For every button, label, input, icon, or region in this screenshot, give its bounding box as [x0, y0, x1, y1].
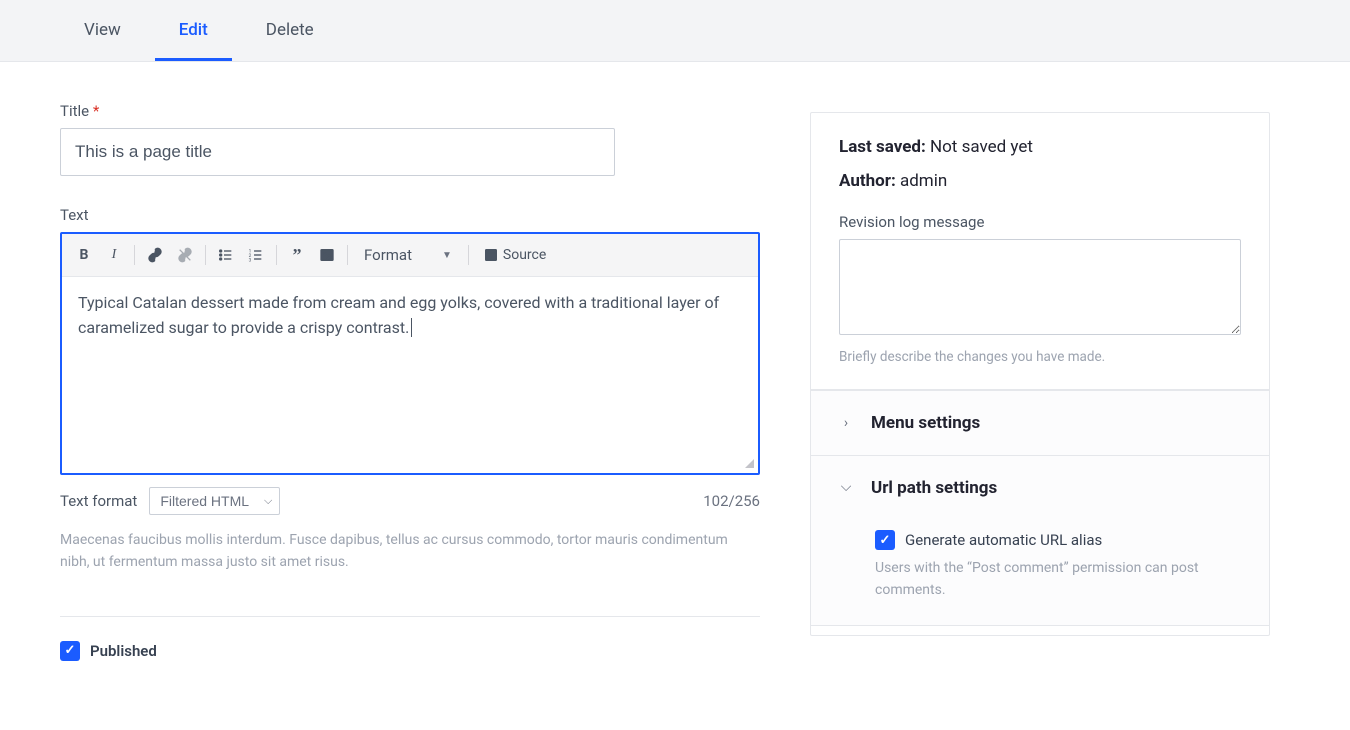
- url-alias-help: Users with the “Post comment” permission…: [875, 558, 1241, 601]
- sidebar-column: Last saved: Not saved yet Author: admin …: [810, 112, 1270, 636]
- text-cursor: [411, 318, 416, 337]
- toolbar-separator: [276, 245, 277, 265]
- main-column: Title * Text B I: [60, 102, 760, 661]
- author-value: admin: [900, 171, 947, 191]
- numbered-list-icon: 123: [248, 247, 264, 263]
- chevron-down-icon: ▼: [442, 250, 452, 261]
- format-dropdown[interactable]: Format ▼: [356, 242, 460, 268]
- source-button-label: Source: [503, 247, 546, 263]
- tab-delete[interactable]: Delete: [242, 0, 338, 61]
- sidebar-panel: Last saved: Not saved yet Author: admin …: [810, 112, 1270, 636]
- divider: [60, 616, 760, 617]
- unlink-icon: [177, 247, 193, 263]
- italic-button[interactable]: I: [102, 242, 126, 268]
- revision-label: Revision log message: [839, 213, 1241, 231]
- url-path-settings-toggle[interactable]: ⌵ Url path settings: [811, 455, 1269, 520]
- image-icon: [319, 247, 335, 263]
- title-field-group: Title *: [60, 102, 760, 176]
- title-label-text: Title: [60, 102, 89, 120]
- meta-section: Last saved: Not saved yet Author: admin …: [811, 113, 1269, 390]
- toolbar-separator: [468, 245, 469, 265]
- url-alias-label: Generate automatic URL alias: [905, 531, 1102, 549]
- menu-settings-label: Menu settings: [871, 413, 980, 433]
- title-input[interactable]: [60, 128, 615, 176]
- menu-settings-toggle[interactable]: › Menu settings: [811, 390, 1269, 455]
- toolbar-separator: [134, 245, 135, 265]
- required-indicator: *: [93, 102, 99, 120]
- author-label: Author:: [839, 171, 896, 191]
- author-line: Author: admin: [839, 171, 1241, 191]
- url-alias-row: Generate automatic URL alias: [875, 530, 1241, 550]
- link-icon: [147, 247, 163, 263]
- published-label: Published: [90, 642, 157, 660]
- toolbar-separator: [205, 245, 206, 265]
- text-format-label: Text format: [60, 492, 137, 510]
- editor-textarea[interactable]: Typical Catalan dessert made from cream …: [62, 277, 758, 457]
- bullet-list-button[interactable]: [214, 242, 238, 268]
- url-alias-checkbox[interactable]: [875, 530, 895, 550]
- format-dropdown-label: Format: [364, 246, 412, 264]
- link-button[interactable]: [143, 242, 167, 268]
- svg-text:3: 3: [249, 258, 252, 263]
- source-icon: [483, 247, 499, 263]
- text-field-group: Text B I 123: [60, 206, 760, 574]
- content-area: Title * Text B I: [0, 62, 1350, 681]
- chevron-down-icon: ⌵: [839, 479, 853, 495]
- last-saved-line: Last saved: Not saved yet: [839, 137, 1241, 157]
- bullet-list-icon: [218, 247, 234, 263]
- blockquote-button[interactable]: ”: [285, 242, 309, 268]
- url-path-settings-body: Generate automatic URL alias Users with …: [811, 520, 1269, 625]
- character-count: 102/256: [703, 492, 760, 510]
- tab-edit[interactable]: Edit: [155, 0, 232, 61]
- primary-tabs: View Edit Delete: [0, 0, 1350, 62]
- text-help: Maecenas faucibus mollis interdum. Fusce…: [60, 529, 760, 574]
- title-label: Title *: [60, 102, 760, 120]
- last-saved-value: Not saved yet: [930, 137, 1033, 157]
- resize-grip-icon: [745, 459, 754, 468]
- numbered-list-button[interactable]: 123: [244, 242, 268, 268]
- sidebar-footer-gap: [811, 625, 1269, 635]
- unlink-button[interactable]: [173, 242, 197, 268]
- url-path-settings-label: Url path settings: [871, 478, 997, 498]
- last-saved-label: Last saved:: [839, 137, 926, 157]
- published-row: Published: [60, 641, 760, 661]
- editor-resize-handle[interactable]: [62, 457, 758, 473]
- text-format-row: Text format Filtered HTML ⌵ 102/256: [60, 487, 760, 515]
- toolbar-separator: [347, 245, 348, 265]
- editor-content-text: Typical Catalan dessert made from cream …: [78, 293, 719, 337]
- text-label: Text: [60, 206, 760, 224]
- published-checkbox[interactable]: [60, 641, 80, 661]
- bold-button[interactable]: B: [72, 242, 96, 268]
- source-button[interactable]: Source: [477, 242, 552, 268]
- text-format-select[interactable]: Filtered HTML: [149, 487, 280, 515]
- tab-view[interactable]: View: [60, 0, 145, 61]
- revision-textarea[interactable]: [839, 239, 1241, 335]
- rich-text-editor: B I 123: [60, 232, 760, 475]
- editor-toolbar: B I 123: [62, 234, 758, 277]
- image-button[interactable]: [315, 242, 339, 268]
- chevron-right-icon: ›: [839, 415, 853, 431]
- revision-help: Briefly describe the changes you have ma…: [839, 349, 1241, 365]
